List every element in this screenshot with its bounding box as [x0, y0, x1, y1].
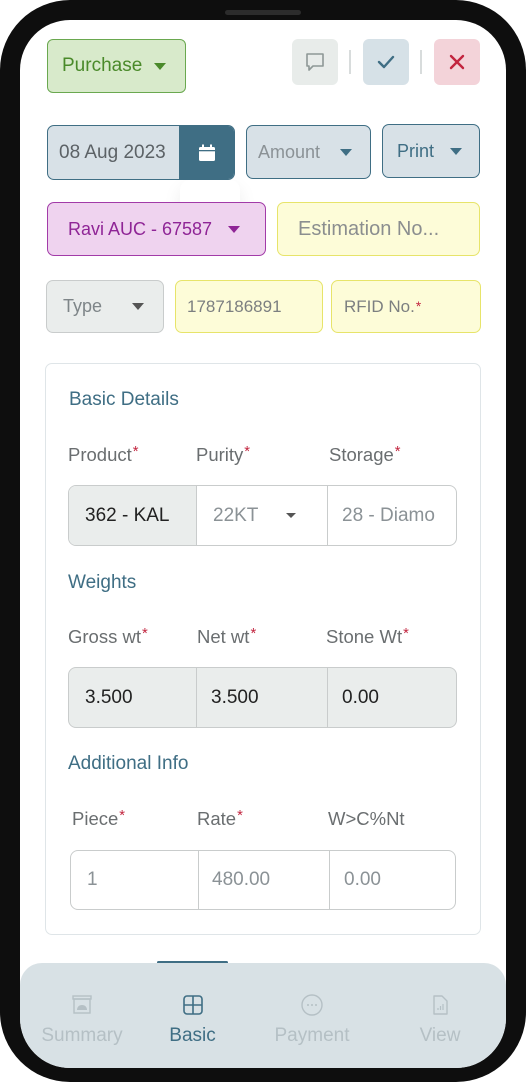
estimation-number-input[interactable]: Estimation No...	[277, 202, 480, 256]
purity-select[interactable]: 22KT	[197, 486, 328, 545]
gross-weight-label: Gross wt*	[68, 626, 148, 647]
rate-label: Rate*	[197, 808, 243, 829]
weights-title: Weights	[68, 572, 137, 593]
document-chart-icon	[433, 995, 448, 1015]
date-picker[interactable]: 08 Aug 2023	[47, 125, 235, 180]
tab-summary[interactable]: Summary	[37, 963, 127, 1063]
caret-down-icon	[286, 513, 297, 518]
comment-button[interactable]	[292, 39, 338, 85]
customer-select[interactable]: Ravi AUC - 67587	[47, 202, 266, 256]
required-mark: *	[415, 299, 422, 314]
type-select[interactable]: Type	[46, 280, 164, 333]
bottom-nav: Summary Basic Payment View	[20, 963, 506, 1068]
stone-weight-input[interactable]: 0.00	[328, 668, 456, 727]
phone-speaker	[225, 10, 301, 15]
tag-number-value: 1787186891	[187, 296, 282, 316]
item-details-card: Basic Details Product* Purity* Storage* …	[45, 363, 481, 935]
print-select-label: Print	[397, 140, 435, 161]
purity-label: Purity*	[196, 444, 251, 465]
tag-number-input[interactable]: 1787186891	[175, 280, 323, 333]
net-weight-label: Net wt*	[197, 626, 257, 647]
basic-details-title: Basic Details	[69, 389, 179, 410]
tab-payment[interactable]: Payment	[265, 963, 359, 1063]
storage-label: Storage*	[329, 444, 401, 465]
divider	[349, 50, 351, 74]
amount-select-label: Amount	[258, 141, 321, 162]
grid-icon	[182, 995, 203, 1015]
caret-down-icon	[340, 148, 353, 156]
rate-input[interactable]: 480.00	[199, 851, 330, 909]
tab-summary-label: Summary	[41, 1025, 123, 1046]
check-icon	[377, 55, 395, 69]
storage-field[interactable]: 28 - Diamo	[328, 486, 456, 545]
stone-weight-label: Stone Wt*	[326, 626, 409, 647]
caret-down-icon	[450, 147, 463, 155]
weights-fields: 3.500 3.500 0.00	[68, 667, 457, 728]
piece-label: Piece*	[72, 808, 126, 829]
app-screen: Purchase 08 Aug 2023 Amount Print Ravi A…	[20, 20, 506, 1068]
gross-weight-input[interactable]: 3.500	[69, 668, 197, 727]
date-value: 08 Aug 2023	[59, 141, 166, 163]
tab-view[interactable]: View	[410, 963, 470, 1063]
print-select[interactable]: Print	[382, 124, 480, 178]
product-field[interactable]: 362 - KAL	[69, 486, 197, 545]
piece-input[interactable]: 1	[71, 851, 199, 909]
transaction-type-label: Purchase	[62, 55, 143, 76]
estimation-placeholder: Estimation No...	[298, 217, 440, 240]
phone-frame: Purchase 08 Aug 2023 Amount Print Ravi A…	[0, 0, 526, 1082]
net-weight-input[interactable]: 3.500	[197, 668, 328, 727]
tab-payment-label: Payment	[274, 1025, 350, 1046]
additional-info-fields: 1 480.00 0.00	[70, 850, 456, 910]
tab-basic-label: Basic	[169, 1025, 216, 1046]
rfid-placeholder: RFID No.	[344, 296, 415, 316]
tab-basic[interactable]: Basic	[157, 963, 228, 1063]
rfid-input[interactable]: RFID No. *	[331, 280, 481, 333]
caret-down-icon	[228, 225, 241, 233]
caret-down-icon	[132, 303, 145, 310]
basic-details-fields: 362 - KAL 22KT 28 - Diamo	[68, 485, 457, 546]
tab-view-label: View	[419, 1025, 461, 1046]
product-label: Product*	[68, 444, 139, 465]
speech-bubble-icon	[306, 53, 324, 71]
wc-percent-label: W>C%Nt	[328, 808, 405, 829]
close-button[interactable]	[434, 39, 480, 85]
transaction-type-select[interactable]: Purchase	[47, 39, 186, 93]
amount-select[interactable]: Amount	[246, 125, 371, 179]
wc-percent-input[interactable]: 0.00	[330, 851, 455, 909]
caret-down-icon	[154, 62, 167, 70]
archive-icon	[72, 995, 92, 1014]
calendar-button[interactable]	[179, 126, 234, 179]
additional-info-title: Additional Info	[68, 753, 189, 774]
customer-select-label: Ravi AUC - 67587	[68, 218, 213, 239]
divider	[420, 50, 422, 74]
calendar-icon	[198, 144, 215, 161]
close-icon	[449, 54, 465, 70]
type-select-label: Type	[63, 296, 103, 316]
more-circle-icon	[301, 994, 323, 1016]
confirm-button[interactable]	[363, 39, 409, 85]
